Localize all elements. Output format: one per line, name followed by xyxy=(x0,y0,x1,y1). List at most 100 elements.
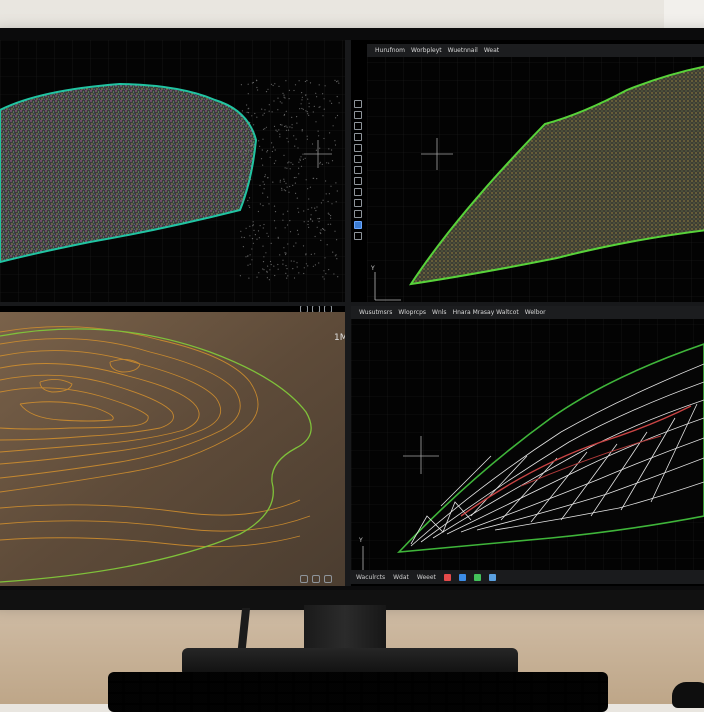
scatter-dot xyxy=(253,138,255,140)
scatter-dot xyxy=(248,197,251,199)
scatter-dot xyxy=(261,149,263,151)
header-item[interactable]: Weat xyxy=(484,47,499,54)
scatter-dot xyxy=(284,167,286,169)
scatter-dot xyxy=(256,86,258,89)
scatter-dot xyxy=(242,199,244,201)
toolbar-icon[interactable] xyxy=(354,232,362,240)
scatter-dot xyxy=(268,203,270,205)
toolbar-icon[interactable] xyxy=(312,575,320,583)
scatter-dot xyxy=(321,163,323,165)
viewport-point-cloud[interactable] xyxy=(0,40,345,302)
scatter-dot xyxy=(266,277,268,279)
scatter-dot xyxy=(244,149,246,151)
scatter-dot xyxy=(319,161,321,163)
status-item[interactable]: Wdat xyxy=(393,574,409,581)
scatter-dot xyxy=(249,235,251,237)
scatter-dot xyxy=(301,92,303,94)
toolbar-icon[interactable] xyxy=(354,144,362,152)
toolbar-icon-active[interactable] xyxy=(354,221,362,229)
scatter-dot xyxy=(306,111,308,113)
toolbar-icon[interactable] xyxy=(354,122,362,130)
toolbar-icon[interactable] xyxy=(354,166,362,174)
scatter-dot xyxy=(263,269,265,271)
scatter-dot xyxy=(274,211,277,213)
status-icon[interactable] xyxy=(443,573,451,581)
scatter-dot xyxy=(266,151,268,153)
scatter-dot xyxy=(311,207,313,209)
mouse xyxy=(672,682,704,708)
status-icon[interactable] xyxy=(473,573,481,581)
scatter-dot xyxy=(324,257,326,259)
scatter-dot xyxy=(323,278,325,280)
scatter-dot xyxy=(262,245,264,247)
header-item[interactable]: Wuetnnail xyxy=(448,47,478,54)
scatter-dot xyxy=(305,263,307,265)
scatter-dot xyxy=(310,218,312,220)
header-item[interactable]: Wusutmsrs xyxy=(359,309,392,316)
status-icon[interactable] xyxy=(488,573,496,581)
scatter-dot xyxy=(297,233,299,235)
scatter-dot xyxy=(246,111,248,113)
toolbar-icon[interactable] xyxy=(354,100,362,108)
scatter-dot xyxy=(307,220,309,222)
scatter-dot xyxy=(240,151,242,153)
toolbar-icon[interactable] xyxy=(354,210,362,218)
scatter-dot xyxy=(257,230,260,232)
viewport-toolbar-bottom-left xyxy=(300,575,332,583)
scatter-dot xyxy=(247,264,249,266)
header-item[interactable]: Wloprcps xyxy=(398,309,426,316)
viewport-mesh[interactable]: Y Hurufnom Worbpleyt Wuetnnail Weat xyxy=(367,44,704,302)
scatter-dot xyxy=(239,275,241,277)
scatter-dot xyxy=(327,212,329,214)
scatter-dot xyxy=(298,211,300,213)
header-item[interactable]: Hurufnom xyxy=(375,47,405,54)
scatter-dot xyxy=(262,205,264,207)
scatter-dot xyxy=(245,150,247,152)
header-item[interactable]: Worbpleyt xyxy=(411,47,442,54)
toolbar-icon[interactable] xyxy=(354,133,362,141)
viewport-header-bottom-right: Wusutmsrs Wloprcps Wnls Hnara Mrasay Wal… xyxy=(351,306,704,319)
scatter-dot xyxy=(251,157,253,159)
viewport-terrain-contours[interactable]: 1M xyxy=(0,312,345,586)
scatter-dot xyxy=(286,186,288,188)
scatter-dot xyxy=(300,156,302,158)
toolbar-icon[interactable] xyxy=(354,188,362,196)
toolbar-icon[interactable] xyxy=(354,199,362,207)
scatter-dot xyxy=(262,261,265,263)
scatter-dot xyxy=(284,97,286,99)
status-icon[interactable] xyxy=(458,573,466,581)
status-item[interactable]: Waculrcts xyxy=(356,574,385,581)
scatter-dot xyxy=(278,129,280,131)
scatter-dot xyxy=(273,220,276,222)
scatter-dot xyxy=(264,109,266,111)
scatter-dot xyxy=(251,115,253,117)
header-item[interactable]: Welbor xyxy=(525,309,546,316)
header-item[interactable]: Hnara Mrasay Waltcot xyxy=(453,309,519,316)
scatter-dot xyxy=(256,276,258,278)
scatter-dot xyxy=(283,189,285,191)
status-bar: Waculrcts Wdat Weeet xyxy=(350,570,704,584)
scatter-dot xyxy=(292,268,294,270)
header-item[interactable]: Wnls xyxy=(432,309,447,316)
scatter-dot xyxy=(247,200,249,202)
toolbar-icon[interactable] xyxy=(354,111,362,119)
scatter-dot xyxy=(278,85,280,87)
scatter-dot xyxy=(317,130,319,132)
scatter-dot xyxy=(277,268,279,270)
viewport-wireframe[interactable]: Y Wusutmsrs Wloprcps Wnls Hnara Mrasay W… xyxy=(351,306,704,570)
scatter-dot xyxy=(326,244,328,246)
scatter-dot xyxy=(285,182,287,184)
scatter-dot xyxy=(247,108,249,110)
scatter-dot xyxy=(256,80,258,82)
scatter-dot xyxy=(252,144,254,146)
scatter-dot xyxy=(250,128,253,130)
scatter-dot xyxy=(262,128,265,130)
toolbar-icon[interactable] xyxy=(354,177,362,185)
scatter-dot xyxy=(285,80,287,82)
status-item[interactable]: Weeet xyxy=(417,574,436,581)
toolbar-icon[interactable] xyxy=(354,155,362,163)
scatter-dot xyxy=(334,140,336,142)
toolbar-icon[interactable] xyxy=(300,575,308,583)
toolbar-icon[interactable] xyxy=(324,575,332,583)
scatter-dot xyxy=(289,168,291,170)
